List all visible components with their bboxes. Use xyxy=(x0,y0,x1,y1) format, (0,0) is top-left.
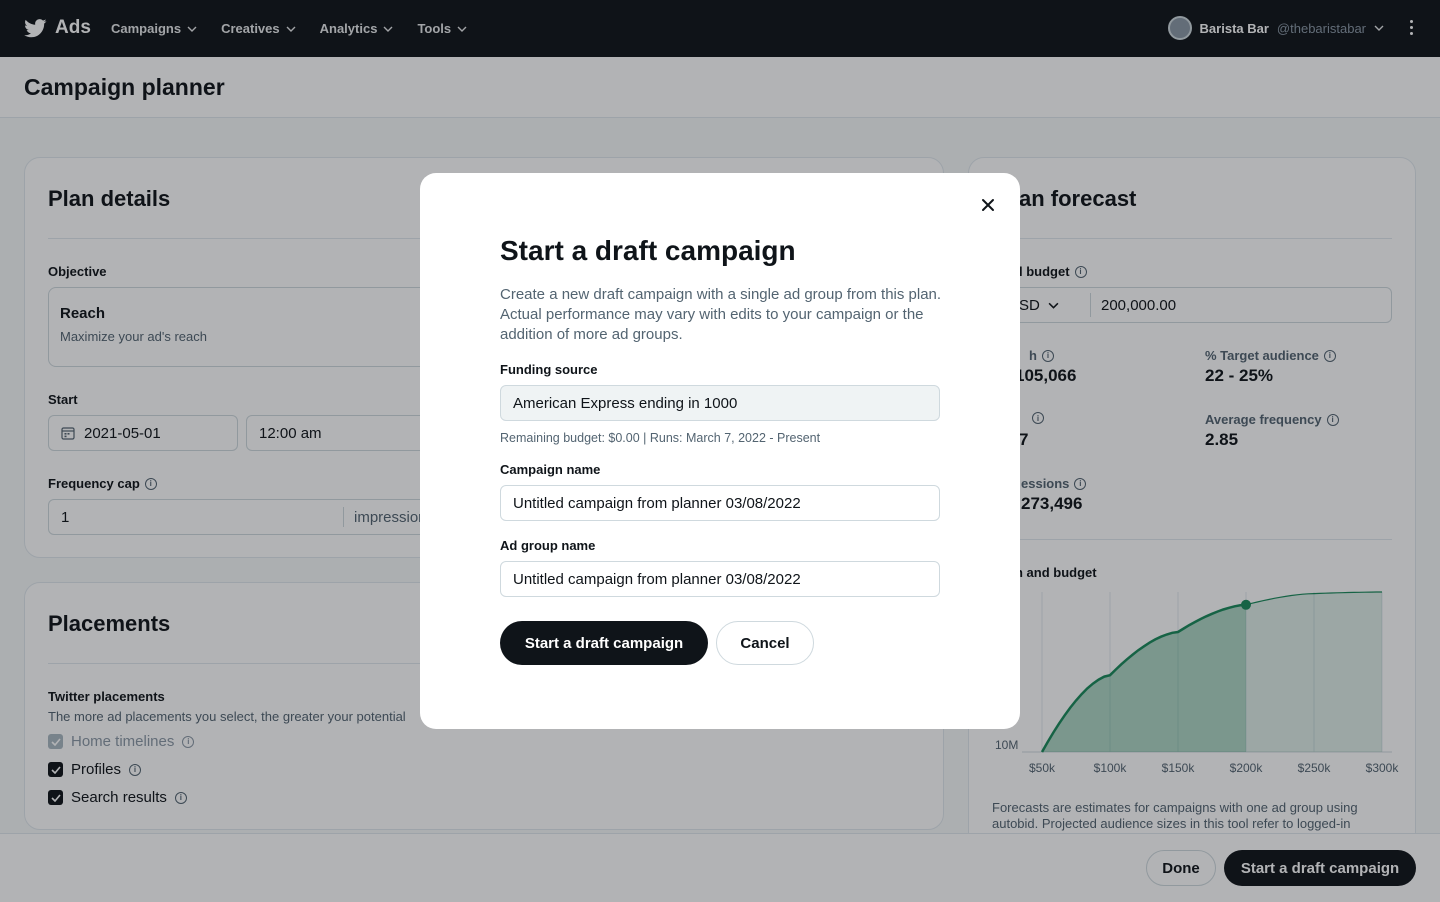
funding-source-value: American Express ending in 1000 xyxy=(513,394,738,412)
campaign-name-value: Untitled campaign from planner 03/08/202… xyxy=(513,494,801,512)
dialog-description: Create a new draft campaign with a singl… xyxy=(500,286,942,343)
funding-hint: Remaining budget: $0.00 | Runs: March 7,… xyxy=(500,431,821,445)
dialog-title: Start a draft campaign xyxy=(500,235,796,266)
cancel-button[interactable]: Cancel xyxy=(716,621,814,665)
campaign-name-label: Campaign name xyxy=(500,462,601,477)
funding-source-label: Funding source xyxy=(500,362,598,377)
ad-group-name-input[interactable]: Untitled campaign from planner 03/08/202… xyxy=(500,561,940,597)
funding-source-field[interactable]: American Express ending in 1000 xyxy=(500,385,940,421)
close-icon[interactable] xyxy=(980,197,996,213)
start-draft-campaign-button[interactable]: Start a draft campaign xyxy=(500,621,708,665)
ad-group-name-value: Untitled campaign from planner 03/08/202… xyxy=(513,570,801,588)
campaign-name-input[interactable]: Untitled campaign from planner 03/08/202… xyxy=(500,485,940,521)
ad-group-name-label: Ad group name xyxy=(500,538,596,553)
start-draft-dialog: Start a draft campaign Create a new draf… xyxy=(420,173,1020,729)
